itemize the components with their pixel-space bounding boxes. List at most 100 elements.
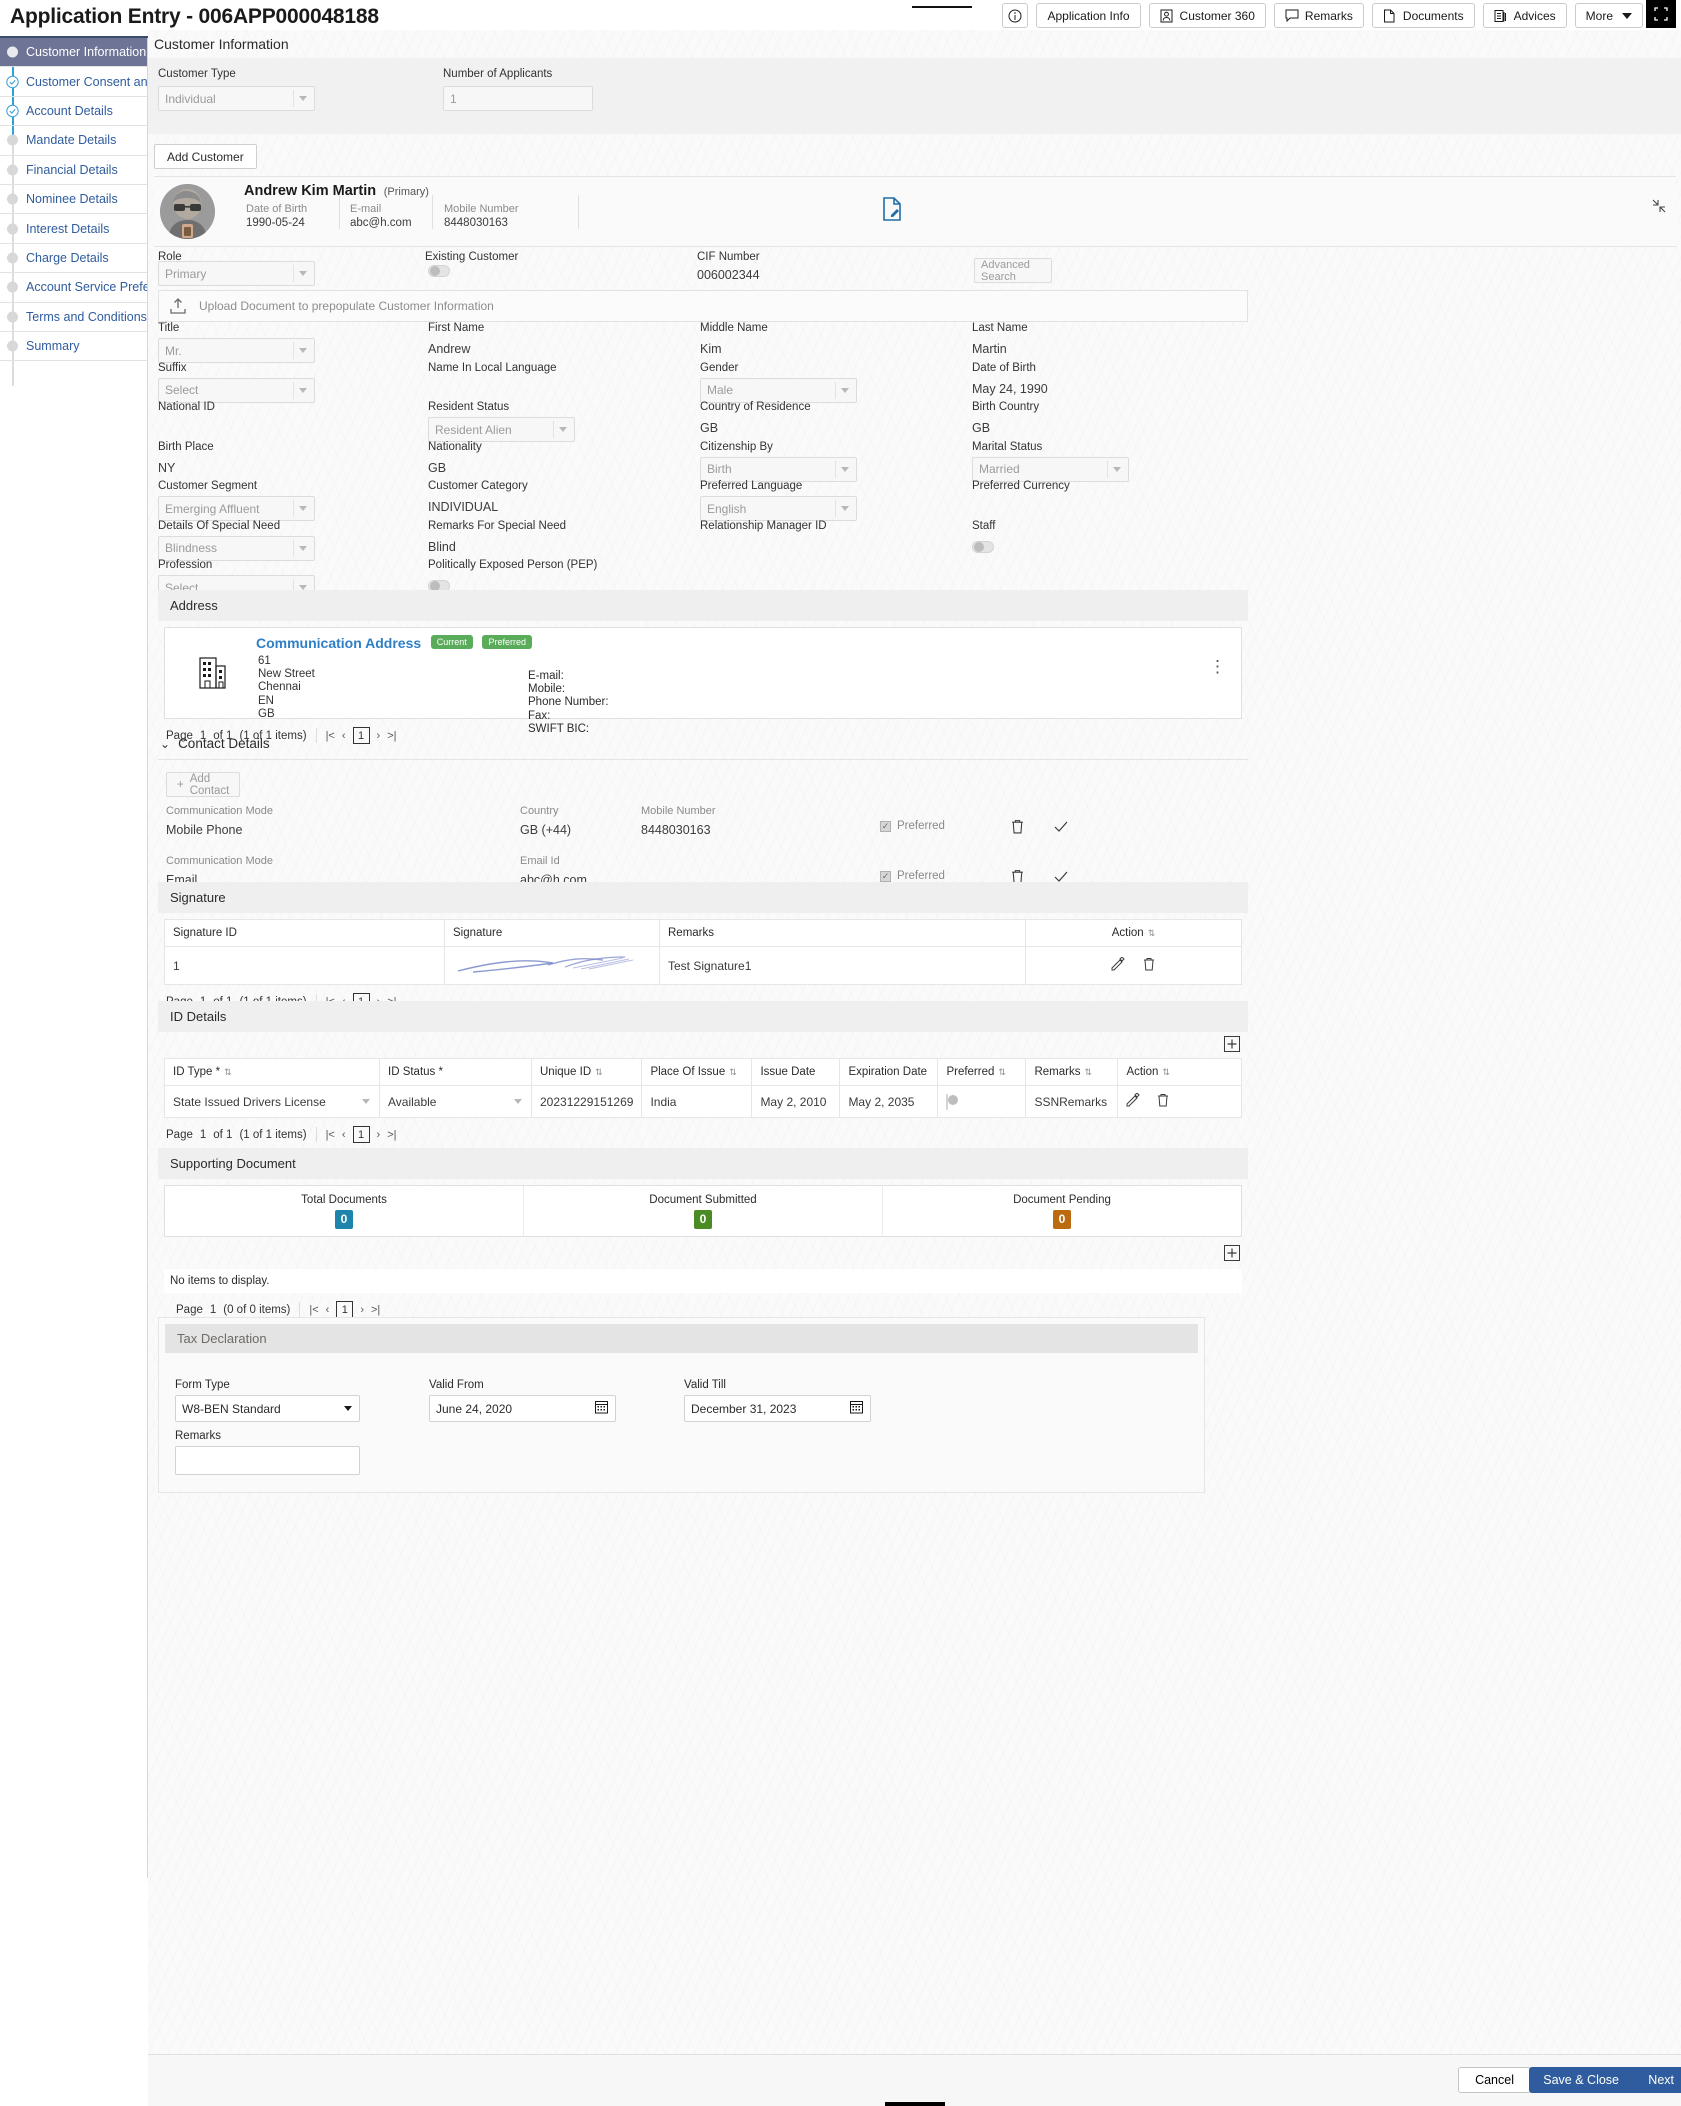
advanced-search-button[interactable]: Advanced Search bbox=[974, 258, 1052, 283]
info-icon-button[interactable] bbox=[1002, 3, 1029, 28]
customer-type-select[interactable]: Individual bbox=[158, 86, 315, 111]
communication-address-title[interactable]: Communication Address bbox=[256, 635, 421, 651]
main-content: Customer Information Customer Type Indiv… bbox=[148, 30, 1681, 2106]
dob-value: 1990-05-24 bbox=[246, 217, 305, 229]
first-page-button[interactable]: |< bbox=[309, 1304, 318, 1316]
edit-icon[interactable] bbox=[1111, 956, 1128, 974]
delete-icon[interactable] bbox=[1142, 958, 1156, 974]
field-select[interactable]: Emerging Affluent bbox=[158, 496, 315, 521]
field-select[interactable]: Resident Alien bbox=[428, 417, 575, 442]
valid-from-input[interactable]: June 24, 2020 bbox=[429, 1395, 616, 1422]
step-dot-icon bbox=[7, 281, 18, 293]
upload-document-banner[interactable]: Upload Document to prepopulate Customer … bbox=[158, 290, 1248, 322]
next-page-button[interactable]: › bbox=[360, 1304, 364, 1316]
field-select[interactable]: Blindness bbox=[158, 535, 315, 561]
signature-section: Signature Signature ID Signature Remarks… bbox=[158, 882, 1248, 1018]
next-button[interactable]: Next bbox=[1626, 2067, 1681, 2093]
edit-icon[interactable] bbox=[1126, 1092, 1143, 1110]
preferred-checkbox-group[interactable]: Preferred bbox=[880, 820, 945, 832]
sidebar-item-account-details[interactable]: Account Details bbox=[0, 97, 147, 127]
preferred-toggle[interactable] bbox=[946, 1093, 959, 1110]
supporting-document-empty-state: No items to display. bbox=[164, 1269, 1242, 1293]
advices-button[interactable]: Advices bbox=[1482, 3, 1567, 28]
add-id-row-button[interactable] bbox=[1224, 1036, 1240, 1055]
add-contact-button[interactable]: + Add Contact bbox=[166, 772, 240, 797]
sidebar-item-financial-details[interactable]: Financial Details bbox=[0, 156, 147, 185]
sort-icon[interactable]: ⇅ bbox=[1148, 928, 1156, 938]
pager-page-number: 1 bbox=[209, 1303, 217, 1316]
add-customer-button[interactable]: Add Customer bbox=[154, 144, 257, 169]
first-page-button[interactable]: |< bbox=[326, 1129, 335, 1141]
field-select[interactable]: English bbox=[700, 496, 857, 521]
expand-collapse-button[interactable] bbox=[1646, 0, 1676, 28]
sidebar-item-account-service-preferences[interactable]: Account Service Prefere ... bbox=[0, 273, 147, 303]
sort-icon[interactable]: ⇅ bbox=[1162, 1067, 1170, 1077]
col-action: Action ⇅ bbox=[1117, 1058, 1242, 1086]
cell-id-status[interactable]: Available bbox=[379, 1085, 532, 1118]
step-dot-icon bbox=[7, 164, 18, 176]
field-select[interactable]: Birth bbox=[700, 456, 857, 482]
preferred-checkbox-group[interactable]: Preferred bbox=[880, 870, 945, 882]
preferred-checkbox[interactable] bbox=[880, 870, 891, 882]
cancel-button[interactable]: Cancel bbox=[1458, 2067, 1531, 2093]
contact-details-header[interactable]: ⌄ Contact Details bbox=[158, 732, 1248, 759]
sidebar-item-terms-and-conditions[interactable]: Terms and Conditions bbox=[0, 303, 147, 332]
sidebar-item-customer-information[interactable]: Customer Information bbox=[0, 38, 147, 68]
edit-document-icon-button[interactable] bbox=[882, 197, 904, 224]
remarks-button[interactable]: Remarks bbox=[1273, 3, 1364, 28]
delete-icon[interactable] bbox=[1156, 1094, 1170, 1110]
sort-icon[interactable]: ⇅ bbox=[729, 1067, 737, 1077]
field-label: Birth Country bbox=[972, 401, 1040, 413]
delete-icon[interactable] bbox=[1010, 819, 1025, 837]
badge-preferred: Preferred bbox=[482, 635, 532, 649]
add-document-button[interactable] bbox=[1224, 1245, 1240, 1264]
calendar-icon[interactable] bbox=[850, 1400, 863, 1417]
sidebar-item-interest-details[interactable]: Interest Details bbox=[0, 214, 147, 244]
cell-id-type[interactable]: State Issued Drivers License bbox=[164, 1085, 380, 1118]
sidebar-item-mandate-details[interactable]: Mandate Details bbox=[0, 126, 147, 156]
chevron-down-icon bbox=[559, 427, 567, 432]
application-info-button[interactable]: Application Info bbox=[1036, 3, 1141, 28]
current-page-box[interactable]: 1 bbox=[336, 1301, 354, 1318]
field-value bbox=[428, 382, 557, 396]
role-select[interactable]: Primary bbox=[158, 261, 315, 286]
existing-customer-toggle[interactable] bbox=[428, 265, 450, 277]
sidebar-item-nominee-details[interactable]: Nominee Details bbox=[0, 185, 147, 215]
last-page-button[interactable]: >| bbox=[387, 1129, 396, 1141]
last-page-button[interactable]: >| bbox=[371, 1304, 380, 1316]
sidebar-item-customer-consent[interactable]: Customer Consent and ... bbox=[0, 67, 147, 97]
calendar-icon[interactable] bbox=[595, 1400, 608, 1417]
prev-page-button[interactable]: ‹ bbox=[342, 1129, 346, 1141]
preferred-checkbox[interactable] bbox=[880, 820, 891, 832]
sort-icon[interactable]: ⇅ bbox=[595, 1067, 603, 1077]
next-page-button[interactable]: › bbox=[377, 1129, 381, 1141]
sort-icon[interactable]: ⇅ bbox=[998, 1067, 1006, 1077]
documents-button[interactable]: Documents bbox=[1371, 3, 1475, 28]
form-type-select[interactable]: W8-BEN Standard bbox=[175, 1395, 360, 1422]
chevron-down-icon bbox=[344, 1406, 352, 1411]
sidebar-item-summary[interactable]: Summary bbox=[0, 332, 147, 362]
sidebar-item-charge-details[interactable]: Charge Details bbox=[0, 244, 147, 274]
valid-till-input[interactable]: December 31, 2023 bbox=[684, 1395, 871, 1422]
field-label: Last Name bbox=[972, 322, 1028, 334]
current-page-box[interactable]: 1 bbox=[352, 1126, 370, 1143]
field-select[interactable]: Male bbox=[700, 377, 857, 403]
col-id-status: ID Status * bbox=[379, 1058, 532, 1086]
address-kebab-menu-button[interactable]: ⋮ bbox=[1209, 658, 1227, 675]
sort-icon[interactable]: ⇅ bbox=[1084, 1067, 1092, 1077]
save-and-close-button[interactable]: Save & Close bbox=[1529, 2067, 1633, 2093]
prev-page-button[interactable]: ‹ bbox=[326, 1304, 330, 1316]
field-select[interactable]: Select bbox=[158, 377, 315, 403]
field-select[interactable]: Married bbox=[972, 456, 1129, 482]
collapse-card-button[interactable] bbox=[1652, 199, 1666, 216]
field-toggle[interactable] bbox=[972, 540, 994, 553]
confirm-check-icon[interactable] bbox=[1053, 819, 1069, 837]
sort-icon[interactable]: ⇅ bbox=[224, 1067, 232, 1077]
divider bbox=[299, 1302, 301, 1317]
number-of-applicants-input[interactable]: 1 bbox=[443, 86, 593, 111]
field-select[interactable]: Mr. bbox=[158, 338, 315, 363]
more-button[interactable]: More bbox=[1574, 3, 1643, 28]
select-separator bbox=[835, 500, 836, 517]
customer-360-button[interactable]: Customer 360 bbox=[1148, 3, 1266, 28]
tax-remarks-input[interactable] bbox=[175, 1446, 360, 1475]
